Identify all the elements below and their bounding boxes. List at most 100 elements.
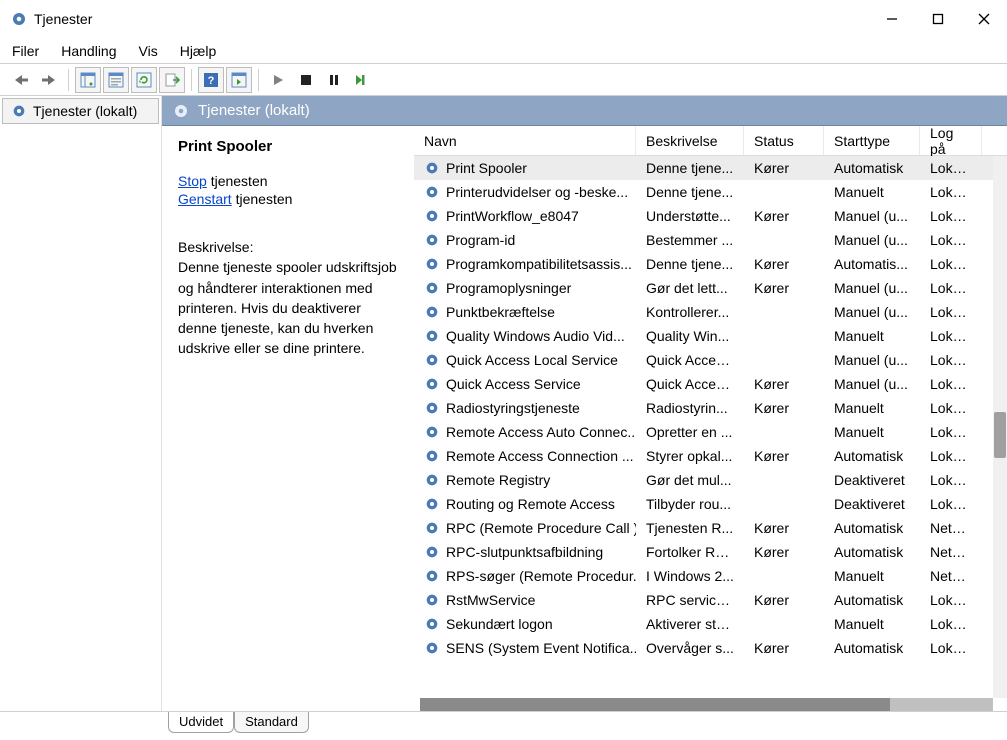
restart-service-link[interactable]: Genstart bbox=[178, 191, 232, 207]
service-row-icon bbox=[424, 592, 440, 608]
cell-logon: Lokalt s bbox=[920, 160, 982, 176]
service-name-text: Quality Windows Audio Vid... bbox=[446, 328, 625, 344]
table-row[interactable]: Remote RegistryGør det mul...Deaktiveret… bbox=[414, 468, 1007, 492]
export-list-button[interactable] bbox=[159, 67, 185, 93]
cell-starttype: Manuel (u... bbox=[824, 208, 920, 224]
table-row[interactable]: PrintWorkflow_e8047Understøtte...KørerMa… bbox=[414, 204, 1007, 228]
column-header-logon[interactable]: Log på bbox=[920, 126, 982, 155]
table-row[interactable]: PunktbekræftelseKontrollerer...Manuel (u… bbox=[414, 300, 1007, 324]
service-name-text: Print Spooler bbox=[446, 160, 527, 176]
table-row[interactable]: Programkompatibilitetsassis...Denne tjen… bbox=[414, 252, 1007, 276]
table-row[interactable]: Routing og Remote AccessTilbyder rou...D… bbox=[414, 492, 1007, 516]
cell-status: Kører bbox=[744, 640, 824, 656]
service-row-icon bbox=[424, 472, 440, 488]
table-row[interactable]: Print SpoolerDenne tjene...KørerAutomati… bbox=[414, 156, 1007, 180]
pause-service-button[interactable] bbox=[321, 67, 347, 93]
column-header-description[interactable]: Beskrivelse bbox=[636, 126, 744, 155]
tree-root-node[interactable]: Tjenester (lokalt) bbox=[2, 98, 159, 124]
cell-desc: Radiostyrin... bbox=[636, 400, 744, 416]
table-row[interactable]: RadiostyringstjenesteRadiostyrin...Kører… bbox=[414, 396, 1007, 420]
cell-starttype: Automatisk bbox=[824, 592, 920, 608]
maximize-button[interactable] bbox=[915, 4, 961, 34]
table-row[interactable]: Printerudvidelser og -beske...Denne tjen… bbox=[414, 180, 1007, 204]
restart-service-button[interactable] bbox=[349, 67, 375, 93]
cell-starttype: Manuelt bbox=[824, 400, 920, 416]
table-row[interactable]: Quick Access ServiceQuick Acces...KørerM… bbox=[414, 372, 1007, 396]
cell-logon: Lokalt s bbox=[920, 616, 982, 632]
vertical-scroll-thumb[interactable] bbox=[994, 412, 1006, 458]
service-name-text: Quick Access Service bbox=[446, 376, 581, 392]
table-row[interactable]: Remote Access Connection ...Styrer opkal… bbox=[414, 444, 1007, 468]
cell-logon: Lokalt s bbox=[920, 208, 982, 224]
cell-logon: Lokal tj bbox=[920, 472, 982, 488]
menu-help[interactable]: Hjælp bbox=[180, 43, 217, 59]
cell-status: Kører bbox=[744, 544, 824, 560]
service-row-icon bbox=[424, 304, 440, 320]
services-header-icon bbox=[172, 102, 190, 120]
horizontal-scrollbar[interactable] bbox=[420, 698, 993, 711]
table-row[interactable]: Program-idBestemmer ...Manuel (u...Lokal… bbox=[414, 228, 1007, 252]
cell-status: Kører bbox=[744, 280, 824, 296]
help-button[interactable]: ? bbox=[198, 67, 224, 93]
table-row[interactable]: RstMwServiceRPC service, ...KørerAutomat… bbox=[414, 588, 1007, 612]
cell-logon: Lokalt s bbox=[920, 424, 982, 440]
service-name-text: Remote Access Connection ... bbox=[446, 448, 634, 464]
action-pane-button[interactable] bbox=[226, 67, 252, 93]
column-header-name[interactable]: Navn bbox=[414, 126, 636, 155]
menu-file[interactable]: Filer bbox=[12, 43, 39, 59]
table-row[interactable]: Quick Access Local ServiceQuick Acces...… bbox=[414, 348, 1007, 372]
table-row[interactable]: SENS (System Event Notifica...Overvåger … bbox=[414, 636, 1007, 660]
table-row[interactable]: Sekundært logonAktiverer sta...ManueltLo… bbox=[414, 612, 1007, 636]
show-hide-tree-button[interactable] bbox=[75, 67, 101, 93]
cell-desc: Denne tjene... bbox=[636, 256, 744, 272]
stop-service-button[interactable] bbox=[293, 67, 319, 93]
view-tabs: Udvidet Standard bbox=[0, 712, 1007, 740]
back-button[interactable] bbox=[8, 67, 34, 93]
cell-desc: Gør det lett... bbox=[636, 280, 744, 296]
cell-starttype: Manuelt bbox=[824, 328, 920, 344]
cell-status: Kører bbox=[744, 208, 824, 224]
table-row[interactable]: Quality Windows Audio Vid...Quality Win.… bbox=[414, 324, 1007, 348]
menu-bar: Filer Handling Vis Hjælp bbox=[0, 38, 1007, 64]
cell-logon: Netvær bbox=[920, 520, 982, 536]
stop-service-link[interactable]: Stop bbox=[178, 173, 207, 189]
main-area: Tjenester (lokalt) Tjenester (lokalt) Pr… bbox=[0, 96, 1007, 712]
cell-starttype: Automatisk bbox=[824, 448, 920, 464]
menu-view[interactable]: Vis bbox=[139, 43, 158, 59]
tab-standard[interactable]: Standard bbox=[234, 712, 309, 733]
cell-starttype: Manuel (u... bbox=[824, 232, 920, 248]
properties-button[interactable] bbox=[103, 67, 129, 93]
cell-status: Kører bbox=[744, 448, 824, 464]
table-row[interactable]: RPC (Remote Procedure Call )Tjenesten R.… bbox=[414, 516, 1007, 540]
window-title: Tjenester bbox=[34, 11, 869, 27]
refresh-button[interactable] bbox=[131, 67, 157, 93]
column-header-starttype[interactable]: Starttype bbox=[824, 126, 920, 155]
cell-name: Sekundært logon bbox=[414, 616, 636, 632]
menu-action[interactable]: Handling bbox=[61, 43, 116, 59]
cell-starttype: Manuelt bbox=[824, 568, 920, 584]
table-body: Print SpoolerDenne tjene...KørerAutomati… bbox=[414, 156, 1007, 698]
service-name-text: SENS (System Event Notifica... bbox=[446, 640, 636, 656]
minimize-button[interactable] bbox=[869, 4, 915, 34]
service-row-icon bbox=[424, 256, 440, 272]
cell-desc: Quick Acces... bbox=[636, 376, 744, 392]
close-button[interactable] bbox=[961, 4, 1007, 34]
table-row[interactable]: Remote Access Auto Connec...Opretter en … bbox=[414, 420, 1007, 444]
table-row[interactable]: RPS-søger (Remote Procedur...I Windows 2… bbox=[414, 564, 1007, 588]
cell-name: PrintWorkflow_e8047 bbox=[414, 208, 636, 224]
start-service-button[interactable] bbox=[265, 67, 291, 93]
vertical-scrollbar[interactable] bbox=[993, 156, 1007, 698]
description-text: Denne tjeneste spooler udskriftsjob og h… bbox=[178, 257, 402, 358]
table-row[interactable]: RPC-slutpunktsafbildningFortolker RP...K… bbox=[414, 540, 1007, 564]
table-row[interactable]: ProgramoplysningerGør det lett...KørerMa… bbox=[414, 276, 1007, 300]
cell-desc: Tjenesten R... bbox=[636, 520, 744, 536]
tree-root-label: Tjenester (lokalt) bbox=[33, 103, 137, 119]
service-row-icon bbox=[424, 544, 440, 560]
forward-button[interactable] bbox=[36, 67, 62, 93]
service-name-text: Radiostyringstjeneste bbox=[446, 400, 580, 416]
horizontal-scroll-thumb[interactable] bbox=[420, 698, 890, 711]
cell-name: Radiostyringstjeneste bbox=[414, 400, 636, 416]
column-header-status[interactable]: Status bbox=[744, 126, 824, 155]
service-name-text: Programoplysninger bbox=[446, 280, 571, 296]
tab-extended[interactable]: Udvidet bbox=[168, 712, 234, 733]
